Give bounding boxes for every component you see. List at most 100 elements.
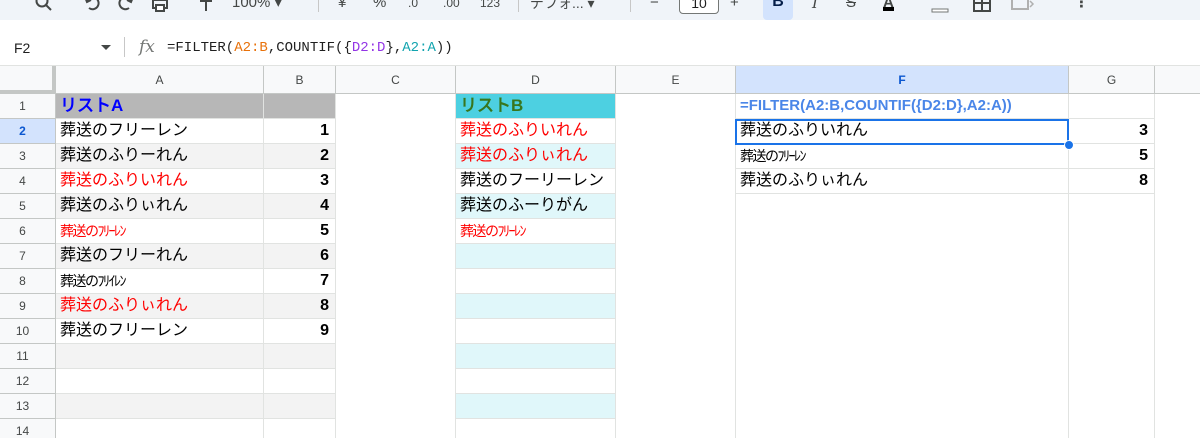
list-a-number[interactable]: 6	[264, 244, 336, 269]
list-b-item[interactable]: 葬送のふりぃれん	[456, 144, 616, 169]
column-header-c[interactable]: C	[336, 66, 456, 94]
list-a-number[interactable]: 9	[264, 319, 336, 344]
list-a-item-match[interactable]: 葬送のふりぃれん	[56, 294, 264, 319]
column-header-b[interactable]: B	[264, 66, 336, 94]
list-a-item[interactable]: 葬送のフリーれん	[56, 244, 264, 269]
row-header[interactable]: 11	[0, 344, 56, 369]
cell-d13[interactable]	[456, 394, 616, 419]
percent-button[interactable]: %	[373, 0, 386, 13]
result-item[interactable]: 葬送のﾌﾘｰﾚﾝ	[736, 144, 1069, 169]
cell-d12[interactable]	[456, 369, 616, 394]
list-a-number[interactable]: 3	[264, 169, 336, 194]
row-header[interactable]: 7	[0, 244, 56, 269]
list-a-item-match[interactable]: 葬送のﾌﾘｰﾚﾝ	[56, 219, 264, 244]
result-number[interactable]: 5	[1069, 144, 1155, 169]
cell-a12[interactable]	[56, 369, 264, 394]
result-number[interactable]: 8	[1069, 169, 1155, 194]
cell-d7[interactable]	[456, 244, 616, 269]
list-b-item[interactable]: 葬送のふーりがん	[456, 194, 616, 219]
list-a-item[interactable]: 葬送のフリーレン	[56, 319, 264, 344]
column-header-e[interactable]: E	[616, 66, 736, 94]
cell-a11[interactable]	[56, 344, 264, 369]
text-color-button[interactable]: A	[883, 0, 894, 11]
column-g-empty-cells[interactable]	[1069, 194, 1155, 438]
column-c-cells[interactable]	[336, 94, 456, 438]
undo-icon[interactable]	[82, 0, 102, 13]
font-size-increase-button[interactable]: +	[730, 0, 739, 13]
list-b-header[interactable]: リストB	[456, 94, 616, 119]
row-header[interactable]: 1	[0, 94, 56, 119]
bold-button[interactable]: B	[763, 0, 793, 20]
list-a-number[interactable]: 5	[264, 219, 336, 244]
list-b-item[interactable]: 葬送のふりいれん	[456, 119, 616, 144]
column-h-cells[interactable]	[1155, 94, 1200, 438]
formula-input[interactable]: =FILTER(A2:B,COUNTIF({D2:D},A2:A))	[167, 40, 453, 56]
row-header[interactable]: 6	[0, 219, 56, 244]
column-header-f[interactable]: F	[736, 66, 1069, 94]
column-header-g[interactable]: G	[1069, 66, 1155, 94]
cell-d9[interactable]	[456, 294, 616, 319]
list-b-item[interactable]: 葬送のﾌﾘｰﾚﾝ	[456, 219, 616, 244]
result-number[interactable]: 3	[1069, 119, 1155, 144]
list-a-number[interactable]: 7	[264, 269, 336, 294]
strikethrough-button[interactable]: S	[846, 0, 856, 13]
borders-icon[interactable]	[972, 0, 992, 13]
font-size-input[interactable]: 10	[679, 0, 719, 14]
column-header-h[interactable]	[1155, 66, 1200, 94]
list-b-item[interactable]: 葬送のフーリーレン	[456, 169, 616, 194]
decrease-decimal-button[interactable]: .0	[408, 0, 418, 13]
row-header[interactable]: 9	[0, 294, 56, 319]
list-a-item-match[interactable]: 葬送のふりいれん	[56, 169, 264, 194]
row-header[interactable]: 8	[0, 269, 56, 294]
paint-format-icon[interactable]	[198, 0, 214, 13]
filter-formula-cell[interactable]: =FILTER(A2:B,COUNTIF({D2:D},A2:A))	[736, 94, 1069, 119]
list-a-header[interactable]: リストA	[56, 94, 264, 119]
row-header[interactable]: 12	[0, 369, 56, 394]
cell-d11[interactable]	[456, 344, 616, 369]
number-format-button[interactable]: 123	[480, 0, 500, 13]
row-header[interactable]: 2	[0, 119, 56, 144]
cell-g1[interactable]	[1069, 94, 1155, 119]
row-header[interactable]: 4	[0, 169, 56, 194]
cell-a14[interactable]	[56, 419, 264, 438]
list-a-number[interactable]: 8	[264, 294, 336, 319]
row-header[interactable]: 13	[0, 394, 56, 419]
cell-d8[interactable]	[456, 269, 616, 294]
redo-icon[interactable]	[116, 0, 136, 13]
fill-handle[interactable]	[1064, 140, 1074, 150]
name-box-dropdown-icon[interactable]	[101, 45, 111, 50]
column-header-a[interactable]: A	[56, 66, 264, 94]
column-header-d[interactable]: D	[456, 66, 616, 94]
more-options-icon[interactable]: ⋮	[1074, 0, 1089, 13]
zoom-select[interactable]: 100% ▾	[232, 0, 282, 13]
select-all-corner[interactable]	[0, 66, 56, 94]
list-a-item[interactable]: 葬送のふりぃれん	[56, 194, 264, 219]
cell-d14[interactable]	[456, 419, 616, 438]
merge-cells-icon[interactable]	[1010, 0, 1036, 13]
name-box[interactable]: F2	[14, 40, 30, 56]
row-header[interactable]: 10	[0, 319, 56, 344]
cell-b12[interactable]	[264, 369, 336, 394]
cell-b13[interactable]	[264, 394, 336, 419]
list-a-number[interactable]: 1	[264, 119, 336, 144]
font-size-decrease-button[interactable]: −	[650, 0, 659, 13]
cell-b11[interactable]	[264, 344, 336, 369]
currency-button[interactable]: ¥	[338, 0, 346, 13]
increase-decimal-button[interactable]: .00	[443, 0, 460, 13]
column-e-cells[interactable]	[616, 94, 736, 438]
row-header[interactable]: 14	[0, 419, 56, 438]
result-item[interactable]: 葬送のふりいれん	[736, 119, 1069, 144]
print-icon[interactable]	[150, 0, 170, 13]
fill-color-icon[interactable]	[930, 0, 950, 13]
cell-a13[interactable]	[56, 394, 264, 419]
list-a-number[interactable]: 4	[264, 194, 336, 219]
row-header[interactable]: 5	[0, 194, 56, 219]
row-header[interactable]: 3	[0, 144, 56, 169]
italic-button[interactable]: I	[812, 0, 818, 13]
list-a-item[interactable]: 葬送のふりーれん	[56, 144, 264, 169]
list-a-item[interactable]: 葬送のﾌﾘｲﾚﾝ	[56, 269, 264, 294]
font-select[interactable]: デフォ... ▾	[530, 0, 595, 13]
column-f-empty-cells[interactable]	[736, 194, 1069, 438]
cell-b14[interactable]	[264, 419, 336, 438]
cell-d10[interactable]	[456, 319, 616, 344]
